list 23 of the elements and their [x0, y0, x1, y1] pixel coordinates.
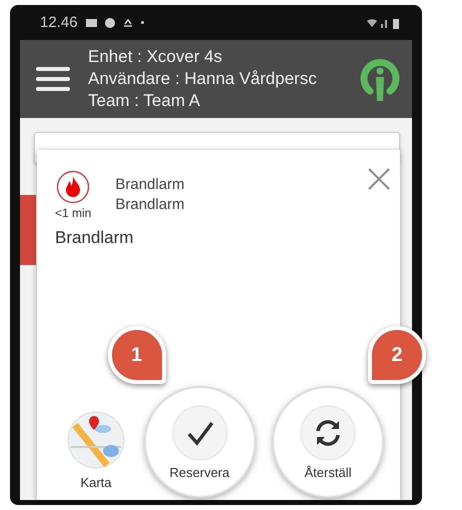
dot-icon: [140, 21, 144, 24]
status-time: 12.46: [40, 14, 78, 31]
map-icon: [67, 411, 125, 469]
refresh-icon: [300, 404, 356, 460]
action-button[interactable]: Återställ: [274, 388, 382, 496]
download-icon: [122, 18, 133, 26]
system-status-icons: [366, 16, 402, 28]
action-button[interactable]: Reservera: [146, 388, 254, 496]
header-info: Team : Team A: [88, 90, 202, 112]
alarm-description: Brandlarm: [55, 228, 134, 248]
image-icon: [86, 18, 97, 26]
header-info: Enhet : Xcover 4s: [88, 46, 224, 68]
alarm-title: Brandlarm: [115, 175, 185, 195]
action-button[interactable]: Karta: [67, 411, 125, 490]
close-icon[interactable]: [368, 168, 390, 190]
alarm-strip: [20, 195, 36, 265]
header-info: Användare : Hanna Vårdpersc: [88, 68, 318, 90]
check-icon: [172, 404, 228, 460]
menu-icon[interactable]: [36, 66, 70, 92]
alarm-subtitle: Brandlarm: [115, 195, 185, 215]
circle-icon: [104, 18, 115, 28]
fire-icon: [56, 170, 90, 204]
alarm-age: <1 min: [55, 206, 92, 220]
